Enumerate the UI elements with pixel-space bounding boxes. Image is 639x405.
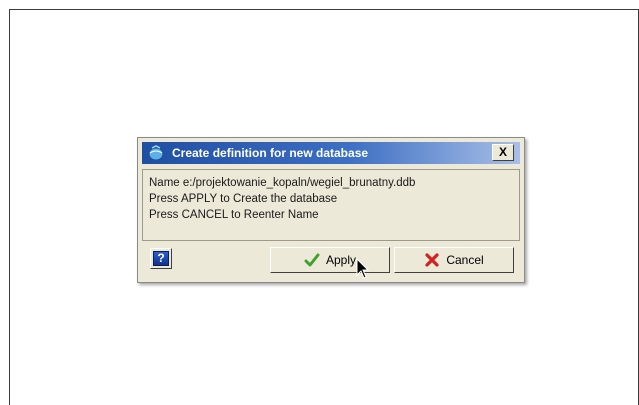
apply-button-label: Apply xyxy=(325,253,357,267)
help-icon: ? xyxy=(153,251,169,266)
mouse-pointer-icon xyxy=(356,257,370,280)
cancel-button[interactable]: Cancel xyxy=(394,247,514,273)
close-icon: X xyxy=(498,145,507,159)
help-button[interactable]: ? xyxy=(150,248,172,269)
cancel-instruction-text: Press CANCEL to Reenter Name xyxy=(149,209,319,221)
dialog-title: Create definition for new database xyxy=(172,146,369,160)
apply-instruction-text: Press APPLY to Create the database xyxy=(149,193,338,205)
red-x-icon xyxy=(424,252,440,268)
dialog-titlebar[interactable]: Create definition for new database X xyxy=(142,142,520,164)
apply-button[interactable]: Apply xyxy=(270,247,390,273)
checkmark-icon xyxy=(304,252,320,268)
close-button[interactable]: X xyxy=(492,144,514,161)
button-bar: ? Apply Cancel xyxy=(142,244,520,278)
cancel-button-label: Cancel xyxy=(446,253,484,267)
database-name-text: Name e:/projektowanie_kopaln/wegiel_brun… xyxy=(149,177,416,189)
create-database-dialog: Create definition for new database X Nam… xyxy=(137,137,525,283)
database-globe-icon xyxy=(148,145,165,161)
message-panel: Name e:/projektowanie_kopaln/wegiel_brun… xyxy=(142,169,520,241)
